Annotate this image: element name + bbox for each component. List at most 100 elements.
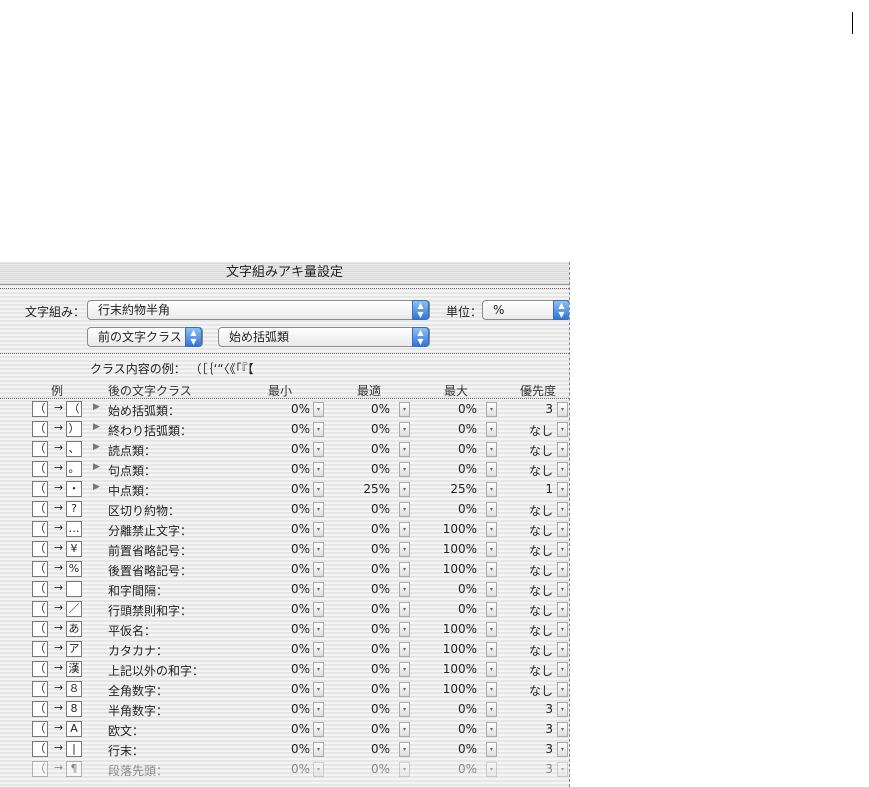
pri-value[interactable]: なし bbox=[529, 422, 553, 439]
max-stepper[interactable]: ▾ bbox=[486, 702, 497, 717]
max-stepper[interactable]: ▾ bbox=[486, 742, 497, 757]
max-stepper[interactable]: ▾ bbox=[486, 442, 497, 457]
min-stepper[interactable]: ▾ bbox=[313, 742, 324, 757]
opt-stepper[interactable]: ▾ bbox=[399, 522, 410, 537]
pri-value[interactable]: なし bbox=[529, 522, 553, 539]
expand-triangle-icon[interactable]: ▶ bbox=[93, 482, 100, 492]
table-row[interactable]: （→） ▶ 終わり括弧類： 0% ▾ 0% ▾ 0% ▾ なし ▾ bbox=[0, 419, 569, 439]
min-stepper[interactable]: ▾ bbox=[313, 662, 324, 677]
opt-value[interactable]: 0% bbox=[371, 682, 390, 696]
table-row[interactable]: （→、 ▶ 読点類： 0% ▾ 0% ▾ 0% ▾ なし ▾ bbox=[0, 439, 569, 459]
min-value[interactable]: 0% bbox=[291, 622, 310, 636]
min-value[interactable]: 0% bbox=[291, 762, 310, 776]
max-value[interactable]: 0% bbox=[458, 462, 477, 476]
opt-value[interactable]: 0% bbox=[371, 562, 390, 576]
min-stepper[interactable]: ▾ bbox=[313, 622, 324, 637]
pri-stepper[interactable]: ▾ bbox=[557, 582, 568, 597]
opt-stepper[interactable]: ▾ bbox=[399, 742, 410, 757]
opt-stepper[interactable]: ▾ bbox=[399, 462, 410, 477]
min-value[interactable]: 0% bbox=[291, 742, 310, 756]
max-value[interactable]: 100% bbox=[443, 682, 477, 696]
max-value[interactable]: 100% bbox=[443, 522, 477, 536]
pri-value[interactable]: 3 bbox=[545, 722, 553, 736]
opt-stepper[interactable]: ▾ bbox=[399, 722, 410, 737]
opt-value[interactable]: 0% bbox=[371, 622, 390, 636]
pri-stepper[interactable]: ▾ bbox=[557, 682, 568, 697]
opt-value[interactable]: 0% bbox=[371, 762, 390, 776]
pri-value[interactable]: なし bbox=[529, 682, 553, 699]
opt-value[interactable]: 0% bbox=[371, 502, 390, 516]
pri-stepper[interactable]: ▾ bbox=[557, 462, 568, 477]
max-value[interactable]: 0% bbox=[458, 762, 477, 776]
pri-value[interactable]: なし bbox=[529, 442, 553, 459]
min-value[interactable]: 0% bbox=[291, 582, 310, 596]
max-value[interactable]: 100% bbox=[443, 642, 477, 656]
max-stepper[interactable]: ▾ bbox=[486, 522, 497, 537]
max-value[interactable]: 25% bbox=[450, 482, 477, 496]
opt-value[interactable]: 0% bbox=[371, 542, 390, 556]
table-row[interactable]: （→ ¶ 段落先頭： 0% ▾ 0% ▾ 0% ▾ 3 ▾ bbox=[0, 759, 569, 779]
min-stepper[interactable]: ▾ bbox=[313, 522, 324, 537]
max-stepper[interactable]: ▾ bbox=[486, 762, 497, 777]
max-value[interactable]: 100% bbox=[443, 542, 477, 556]
max-stepper[interactable]: ▾ bbox=[486, 602, 497, 617]
min-stepper[interactable]: ▾ bbox=[313, 642, 324, 657]
expand-triangle-icon[interactable]: ▶ bbox=[93, 402, 100, 412]
table-row[interactable]: （→? 区切り約物： 0% ▾ 0% ▾ 0% ▾ なし ▾ bbox=[0, 499, 569, 519]
max-stepper[interactable]: ▾ bbox=[486, 562, 497, 577]
min-stepper[interactable]: ▾ bbox=[313, 402, 324, 417]
max-stepper[interactable]: ▾ bbox=[486, 582, 497, 597]
min-stepper[interactable]: ▾ bbox=[313, 502, 324, 517]
max-value[interactable]: 0% bbox=[458, 442, 477, 456]
table-row[interactable]: （→ ・ ▶ 中点類： 0% ▾ 25% ▾ 25% ▾ 1 ▾ bbox=[0, 479, 569, 499]
max-value[interactable]: 0% bbox=[458, 742, 477, 756]
opt-value[interactable]: 0% bbox=[371, 582, 390, 596]
expand-triangle-icon[interactable]: ▶ bbox=[93, 462, 100, 472]
max-value[interactable]: 0% bbox=[458, 582, 477, 596]
table-row[interactable]: （→ あ平仮名： 0% ▾ 0% ▾ 100% ▾ なし ▾ bbox=[0, 619, 569, 639]
opt-value[interactable]: 0% bbox=[371, 462, 390, 476]
min-stepper[interactable]: ▾ bbox=[313, 442, 324, 457]
pri-value[interactable]: なし bbox=[529, 462, 553, 479]
table-row[interactable]: （→ | 行末： 0% ▾ 0% ▾ 0% ▾ 3 ▾ bbox=[0, 739, 569, 759]
opt-value[interactable]: 0% bbox=[371, 662, 390, 676]
opt-stepper[interactable]: ▾ bbox=[399, 542, 410, 557]
pri-stepper[interactable]: ▾ bbox=[557, 642, 568, 657]
min-value[interactable]: 0% bbox=[291, 422, 310, 436]
opt-stepper[interactable]: ▾ bbox=[399, 582, 410, 597]
opt-stepper[interactable]: ▾ bbox=[399, 662, 410, 677]
pri-stepper[interactable]: ▾ bbox=[557, 482, 568, 497]
max-value[interactable]: 0% bbox=[458, 422, 477, 436]
min-value[interactable]: 0% bbox=[291, 482, 310, 496]
max-stepper[interactable]: ▾ bbox=[486, 622, 497, 637]
opt-stepper[interactable]: ▾ bbox=[399, 402, 410, 417]
opt-stepper[interactable]: ▾ bbox=[399, 702, 410, 717]
table-row[interactable]: （→ （▶ 始め括弧類： 0% ▾ 0% ▾ 0% ▾ 3 ▾ bbox=[0, 399, 569, 419]
max-stepper[interactable]: ▾ bbox=[486, 682, 497, 697]
expand-triangle-icon[interactable]: ▶ bbox=[93, 442, 100, 452]
pri-stepper[interactable]: ▾ bbox=[557, 662, 568, 677]
opt-value[interactable]: 0% bbox=[371, 742, 390, 756]
min-stepper[interactable]: ▾ bbox=[313, 702, 324, 717]
opt-stepper[interactable]: ▾ bbox=[399, 642, 410, 657]
min-stepper[interactable]: ▾ bbox=[313, 682, 324, 697]
pri-value[interactable]: なし bbox=[529, 622, 553, 639]
min-value[interactable]: 0% bbox=[291, 662, 310, 676]
max-stepper[interactable]: ▾ bbox=[486, 662, 497, 677]
min-value[interactable]: 0% bbox=[291, 682, 310, 696]
min-value[interactable]: 0% bbox=[291, 502, 310, 516]
min-value[interactable]: 0% bbox=[291, 722, 310, 736]
opt-value[interactable]: 25% bbox=[363, 482, 390, 496]
pri-stepper[interactable]: ▾ bbox=[557, 722, 568, 737]
pri-stepper[interactable]: ▾ bbox=[557, 422, 568, 437]
pri-value[interactable]: なし bbox=[529, 602, 553, 619]
max-value[interactable]: 0% bbox=[458, 402, 477, 416]
pri-stepper[interactable]: ▾ bbox=[557, 622, 568, 637]
pri-stepper[interactable]: ▾ bbox=[557, 602, 568, 617]
min-value[interactable]: 0% bbox=[291, 522, 310, 536]
mojikumi-select[interactable]: 行末約物半角 ▲ ▼ bbox=[87, 300, 430, 320]
max-stepper[interactable]: ▾ bbox=[486, 482, 497, 497]
min-value[interactable]: 0% bbox=[291, 462, 310, 476]
table-row[interactable]: （→ A 欧文： 0% ▾ 0% ▾ 0% ▾ 3 ▾ bbox=[0, 719, 569, 739]
max-stepper[interactable]: ▾ bbox=[486, 502, 497, 517]
